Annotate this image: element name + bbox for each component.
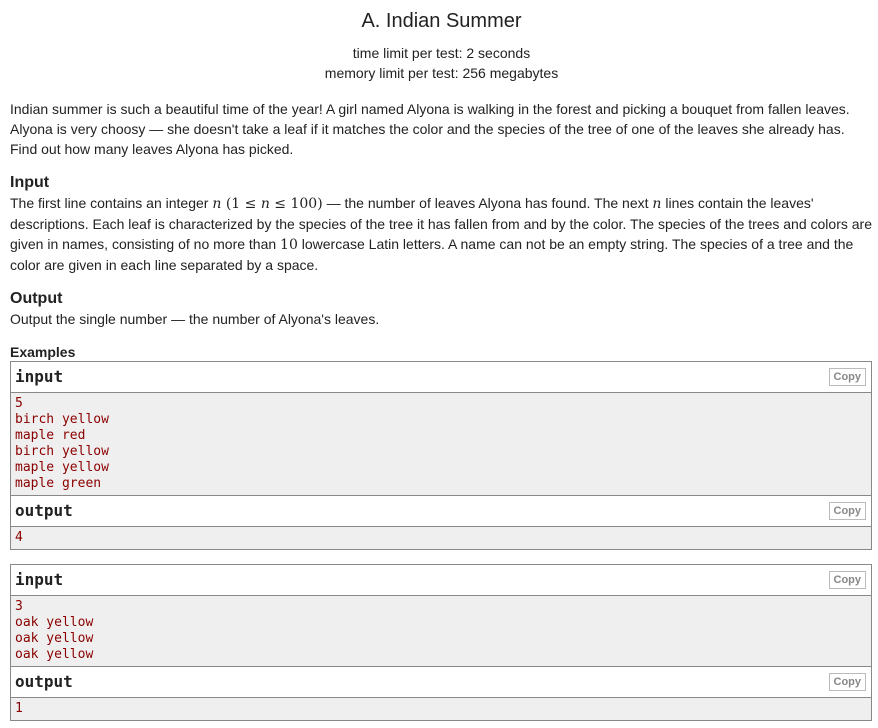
input-line: 3 <box>15 599 23 614</box>
input-header: input Copy <box>11 565 871 596</box>
output-label: output <box>15 501 73 520</box>
sample-test: input Copy 3 oak yellow oak yellow oak yellow… <box>10 564 872 721</box>
problem-page: A. Indian Summer time limit per test: 2 … <box>0 0 878 721</box>
output-data: 4 <box>11 527 871 549</box>
input-section-text: The first line contains an integer n (1 … <box>10 193 873 275</box>
output-data: 1 <box>11 698 871 720</box>
copy-output-button[interactable]: Copy <box>828 673 866 691</box>
input-text-part: — the number of leaves Alyona has found.… <box>322 195 653 211</box>
problem-header: A. Indian Summer time limit per test: 2 … <box>10 0 873 83</box>
input-header: input Copy <box>11 362 871 393</box>
input-data: 5 birch yellow maple red birch yellow maple … <box>11 393 871 495</box>
input-line: 5 <box>15 396 23 411</box>
input-text-part: The first line contains an integer <box>10 195 213 211</box>
sample-test: input Copy 5 birch yellow maple red birch yel… <box>10 361 872 550</box>
time-limit: time limit per test: 2 seconds <box>352 45 531 61</box>
input-data: 3 oak yellow oak yellow oak yellow <box>11 596 871 666</box>
input-line: oak yellow <box>15 631 94 646</box>
input-line: maple green <box>15 476 102 491</box>
output-header: output Copy <box>11 495 871 527</box>
problem-statement: Indian summer is such a beautiful time o… <box>10 99 873 159</box>
memory-limit: memory limit per test: 256 megabytes <box>324 65 559 81</box>
copy-input-button[interactable]: Copy <box>828 571 866 589</box>
input-label: input <box>15 367 64 386</box>
math-expression: 10 <box>280 237 298 253</box>
statement-line: Alyona is very choosy — she doesn't take… <box>10 121 845 137</box>
output-line: 4 <box>15 530 23 545</box>
output-section-text: Output the single number — the number of… <box>10 311 380 327</box>
input-line: oak yellow <box>15 647 94 662</box>
problem-title: A. Indian Summer <box>361 10 522 32</box>
statement-line: Indian summer is such a beautiful time o… <box>10 101 850 117</box>
input-line: birch yellow <box>15 444 109 459</box>
input-section-title: Input <box>10 174 50 191</box>
output-header: output Copy <box>11 666 871 698</box>
input-label: input <box>15 570 64 589</box>
copy-input-button[interactable]: Copy <box>828 368 866 386</box>
examples-list: input Copy 5 birch yellow maple red birch yel… <box>10 361 873 721</box>
input-line: birch yellow <box>15 412 109 427</box>
examples-title: Examples <box>10 344 76 360</box>
copy-output-button[interactable]: Copy <box>828 502 866 520</box>
math-expression: n (1 ≤ n ≤ 100) <box>212 196 323 212</box>
output-section-title: Output <box>10 290 63 307</box>
input-line: maple yellow <box>15 460 109 475</box>
output-label: output <box>15 672 73 691</box>
input-line: oak yellow <box>15 615 94 630</box>
statement-line: Find out how many leaves Alyona has pick… <box>10 141 294 157</box>
output-line: 1 <box>15 701 23 716</box>
input-line: maple red <box>15 428 86 443</box>
